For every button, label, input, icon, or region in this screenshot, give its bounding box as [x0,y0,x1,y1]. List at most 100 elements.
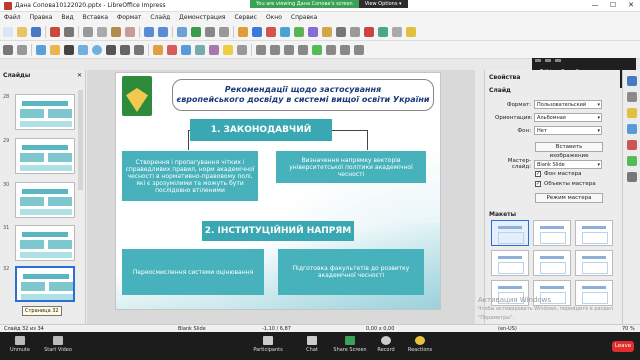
background-select[interactable]: Нет [534,126,602,135]
fontwork-icon[interactable] [364,26,374,37]
speaker-view-icon[interactable] [545,59,551,62]
toggle-extrusion-icon[interactable] [340,44,350,55]
view-options-button[interactable]: View Options ▾ [358,0,408,8]
slide-thumbnail[interactable] [15,225,75,261]
section-header-institutional[interactable]: 2. ІНСТИТУЦІЙНИЙ НАПРЯМ [202,221,354,241]
checkbox-checked[interactable]: ✓ [535,171,541,177]
close-panel-icon[interactable]: ✕ [77,72,82,79]
clone-format-icon[interactable] [125,26,135,37]
menu-window[interactable]: Окно [266,14,282,21]
callouts-icon[interactable] [209,44,219,55]
rotate-icon[interactable] [256,44,266,55]
media-icon[interactable] [308,26,318,37]
section-layouts-header[interactable]: Макеты [489,211,516,218]
layout-option[interactable] [491,250,529,276]
slide-thumb-row[interactable]: 29 [3,138,75,174]
find-icon[interactable] [177,26,187,37]
save-icon[interactable] [31,26,41,37]
animation-icon[interactable] [626,108,637,118]
menu-insert[interactable]: Вставка [83,14,108,21]
menu-tools[interactable]: Сервис [235,14,257,21]
master-slides-icon[interactable] [626,124,637,134]
section-slide-header[interactable]: Слайд [489,87,511,94]
filter-icon[interactable] [326,44,336,55]
text-box-vectors[interactable]: Визначення напрямку векторів університет… [276,151,426,183]
3d-objects-icon[interactable] [237,44,247,55]
slide-canvas[interactable]: Рекомендації щодо застосування європейсь… [87,70,475,324]
start-video-button[interactable]: Start Video [38,336,78,353]
show-gluepoints-icon[interactable] [354,44,364,55]
checkbox-checked[interactable]: ✓ [535,181,541,187]
slide-thumbnail[interactable] [15,94,75,130]
flowchart-icon[interactable] [195,44,205,55]
arrow-icon[interactable] [106,44,116,55]
symbol-shapes-icon[interactable] [167,44,177,55]
text-box-faculty[interactable]: Підготовка факультетів до розвитку акаде… [278,249,424,295]
gallery-icon[interactable] [626,156,637,166]
insert-image-button[interactable]: Вставить изображение [535,142,603,159]
section-header-legislative[interactable]: 1. ЗАКОНОДАВЧИЙ НАПРЯМ [190,119,332,157]
menu-slide[interactable]: Слайд [150,14,170,21]
layout-option-selected[interactable] [491,220,529,246]
spellcheck-icon[interactable] [191,26,201,37]
copy-icon[interactable] [97,26,107,37]
minimize-video-icon[interactable] [535,59,541,62]
unmute-button[interactable]: Unmute [0,336,40,353]
zoom-pan-icon[interactable] [17,44,27,55]
connector-icon[interactable] [134,44,144,55]
navigator-icon[interactable] [626,172,637,182]
fill-color-icon[interactable] [50,44,60,55]
export-pdf-icon[interactable] [50,26,60,37]
special-char-icon[interactable] [350,26,360,37]
slide-thumbnail[interactable] [15,138,75,174]
styles-icon[interactable] [626,140,637,150]
chart-icon[interactable] [322,26,332,37]
transition-icon[interactable] [392,26,402,37]
start-slideshow-icon[interactable] [266,26,276,37]
cut-icon[interactable] [83,26,93,37]
grid-icon[interactable] [205,26,215,37]
arrange-icon[interactable] [284,44,294,55]
shadow-icon[interactable] [298,44,308,55]
slide-transition-icon[interactable] [626,92,637,102]
menu-slideshow[interactable]: Демонстрация [179,14,225,21]
paste-icon[interactable] [111,26,121,37]
curve-icon[interactable] [120,44,130,55]
minimize-button[interactable]: — [586,0,604,11]
rectangle-icon[interactable] [78,44,88,55]
menu-help[interactable]: Справка [291,14,317,21]
menu-view[interactable]: Вид [61,14,73,21]
text-icon[interactable] [36,44,46,55]
layout-option[interactable] [533,250,571,276]
current-slide[interactable]: Рекомендації щодо застосування європейсь… [115,72,441,310]
textbox-icon[interactable] [336,26,346,37]
select-icon[interactable] [3,44,13,55]
slides-scrollbar[interactable] [78,90,83,190]
basic-shapes-icon[interactable] [153,44,163,55]
crop-icon[interactable] [312,44,322,55]
menu-format[interactable]: Формат [117,14,141,21]
layout-option[interactable] [575,250,613,276]
display-views-icon[interactable] [238,26,248,37]
text-box-assessment[interactable]: Переосмислення системи оцінювання [122,249,264,295]
slide-thumbnail-selected[interactable] [15,266,75,302]
share-screen-button[interactable]: Share Screen [330,336,370,353]
print-icon[interactable] [64,26,74,37]
master-background-checkbox[interactable]: ✓ Фон мастера [535,171,581,177]
table-icon[interactable] [280,26,290,37]
open-icon[interactable] [17,26,27,37]
slide-thumb-row[interactable]: 28 [3,94,75,130]
block-arrows-icon[interactable] [181,44,191,55]
chat-button[interactable]: Chat [292,336,332,353]
undo-icon[interactable] [144,26,154,37]
line-icon[interactable] [64,44,74,55]
stars-icon[interactable] [223,44,233,55]
participants-button[interactable]: Participants [248,336,288,353]
layout-option[interactable] [533,220,571,246]
redo-icon[interactable] [158,26,168,37]
text-box-rules[interactable]: Створення і пропагування чітких і справе… [122,151,258,201]
reactions-button[interactable]: Reactions [400,336,440,353]
animation-icon[interactable] [406,26,416,37]
gallery-view-icon[interactable] [555,59,561,62]
image-icon[interactable] [294,26,304,37]
